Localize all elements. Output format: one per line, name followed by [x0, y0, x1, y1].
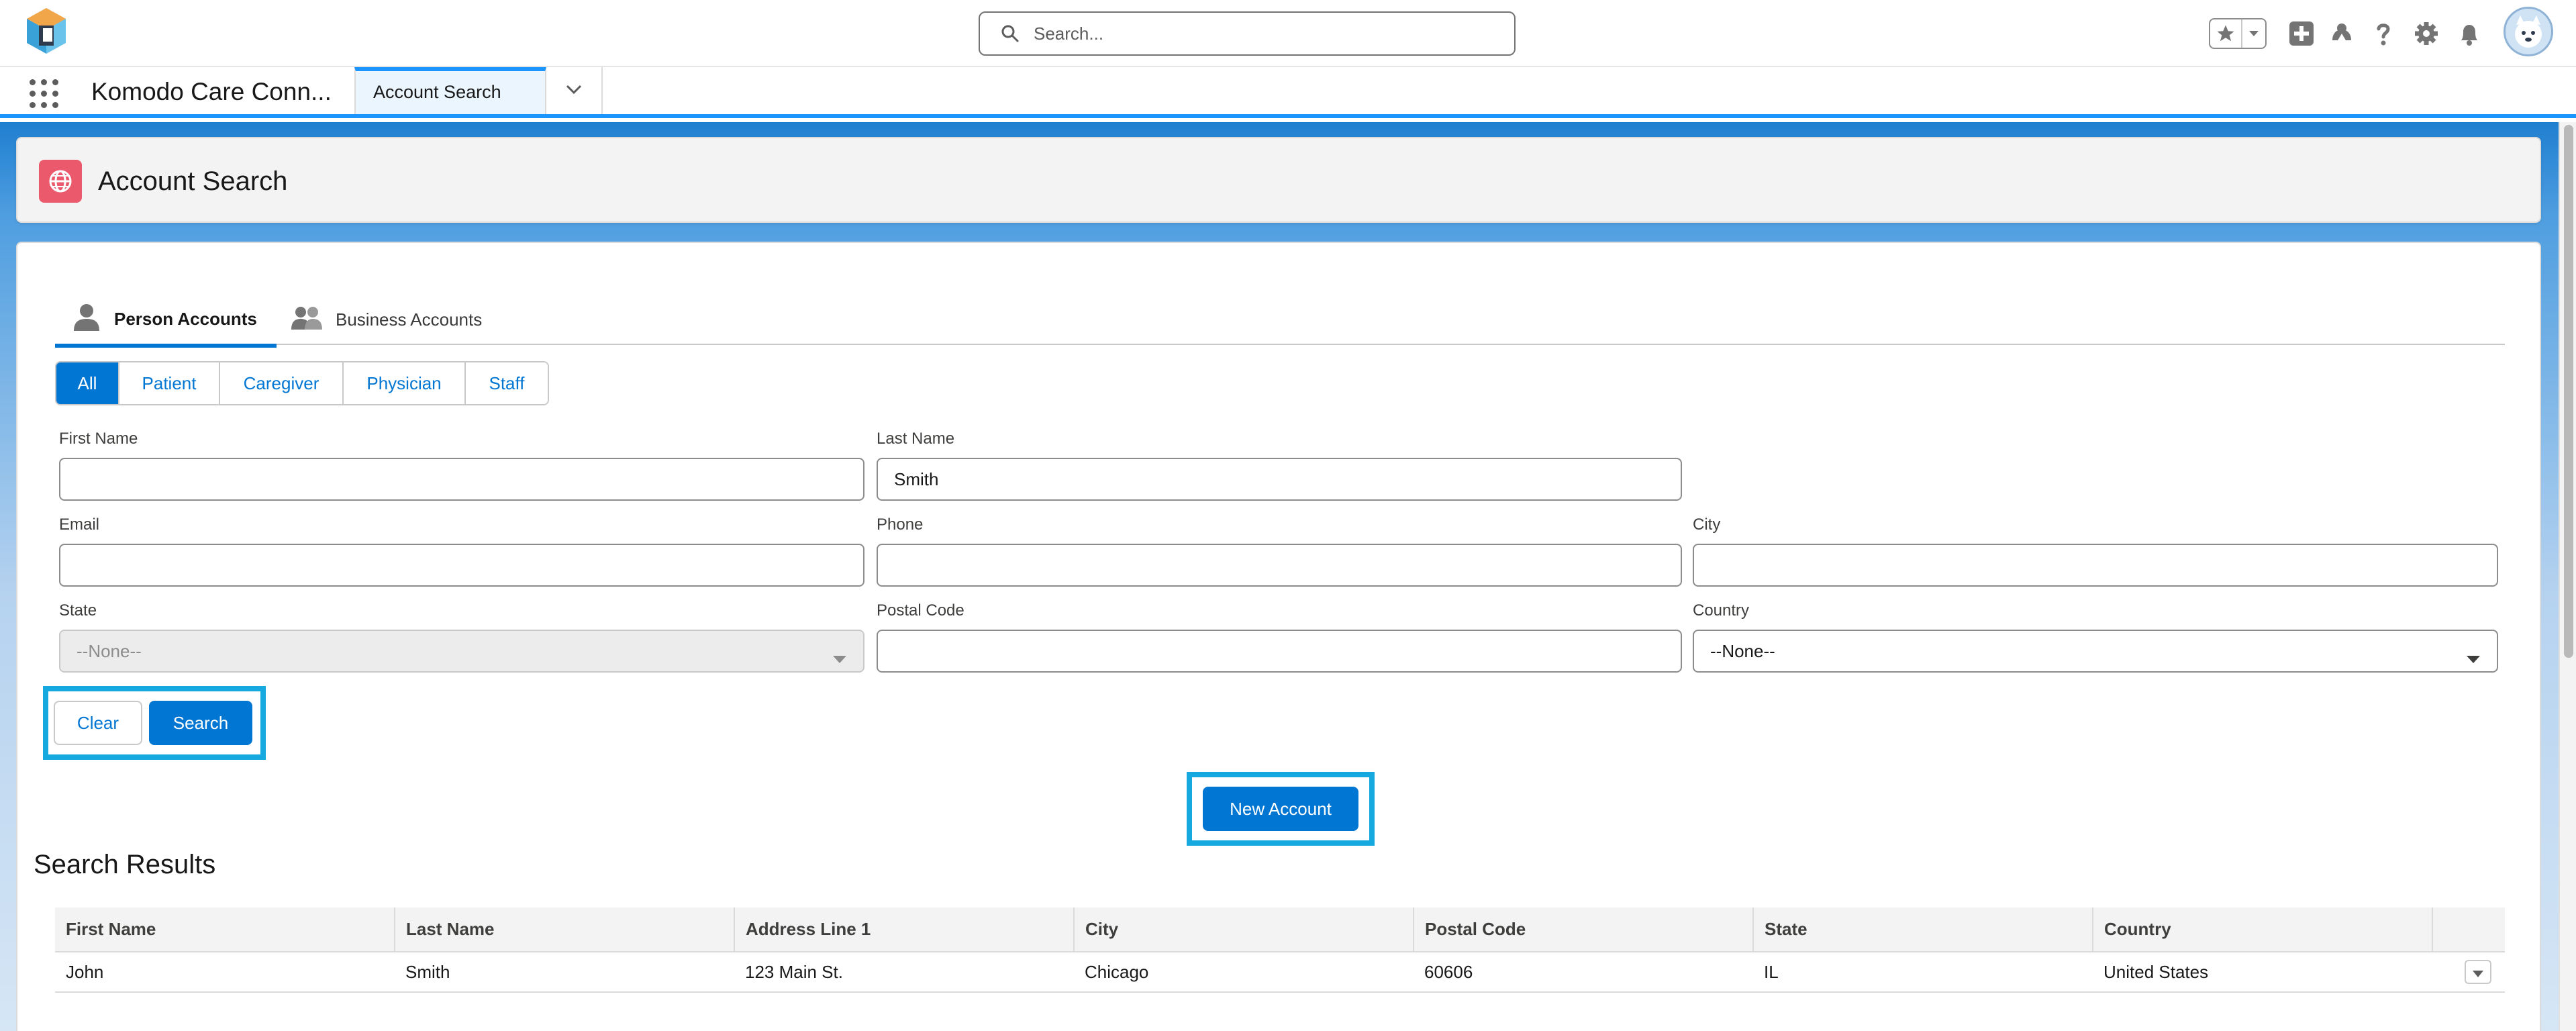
notifications-bell-icon[interactable]: [2454, 18, 2485, 49]
first-name-label: First Name: [59, 430, 138, 448]
add-icon[interactable]: [2286, 18, 2317, 49]
filter-physician[interactable]: Physician: [344, 362, 466, 404]
global-header: [0, 0, 2576, 67]
email-field: Email: [59, 516, 864, 587]
clear-button[interactable]: Clear: [54, 701, 142, 745]
search-icon: [1000, 23, 1020, 44]
group-icon: [290, 304, 324, 336]
column-header[interactable]: Last Name: [395, 907, 735, 952]
phone-input[interactable]: [877, 544, 1682, 587]
email-label: Email: [59, 516, 100, 534]
favorites-caret-icon[interactable]: [2242, 19, 2265, 48]
column-header[interactable]: Postal Code: [1414, 907, 1754, 952]
phone-field: Phone: [877, 516, 1682, 587]
filter-patient[interactable]: Patient: [119, 362, 220, 404]
global-search-input[interactable]: [1034, 23, 1490, 44]
country-label: Country: [1693, 601, 1750, 620]
app-nav-bar: Komodo Care Conn... Account Search: [0, 67, 2576, 118]
country-select-value: --None--: [1710, 640, 1775, 661]
person-icon: [71, 301, 102, 337]
city-input[interactable]: [1693, 544, 2498, 587]
country-field: Country --None--: [1693, 601, 2498, 673]
city-label: City: [1693, 516, 1721, 534]
table-cell: Smith: [395, 952, 734, 993]
nav-more-button[interactable]: [546, 67, 603, 114]
favorites-star-icon[interactable]: [2210, 19, 2242, 48]
chevron-down-icon: [832, 648, 847, 669]
last-name-label: Last Name: [877, 430, 955, 448]
table-cell: United States: [2093, 952, 2432, 993]
tab-label: Business Accounts: [336, 309, 483, 330]
tab-account-search[interactable]: Account Search: [354, 67, 546, 114]
account-type-tabs: Person Accounts Business Accounts: [55, 294, 2505, 348]
page-globe-icon: [39, 160, 82, 203]
row-action-button[interactable]: [2465, 960, 2491, 984]
filter-caregiver[interactable]: Caregiver: [220, 362, 344, 404]
column-header[interactable]: Country: [2093, 907, 2433, 952]
country-select[interactable]: --None--: [1693, 630, 2498, 673]
filter-staff[interactable]: Staff: [466, 362, 548, 404]
last-name-input[interactable]: [877, 458, 1682, 501]
setup-gear-icon[interactable]: [2411, 18, 2442, 49]
new-account-button[interactable]: New Account: [1203, 787, 1358, 831]
row-action-cell: [2432, 952, 2505, 993]
column-header[interactable]: Address Line 1: [734, 907, 1075, 952]
tab-person-accounts[interactable]: Person Accounts: [55, 294, 277, 348]
column-header[interactable]: First Name: [55, 907, 395, 952]
tab-business-accounts[interactable]: Business Accounts: [290, 294, 505, 345]
app-name: Komodo Care Conn...: [91, 78, 332, 105]
state-field: State --None--: [59, 601, 864, 673]
page-scrollbar[interactable]: [2559, 122, 2576, 1031]
app-launcher-icon[interactable]: [30, 79, 59, 109]
table-cell: John: [55, 952, 395, 993]
user-avatar[interactable]: [2504, 7, 2553, 56]
column-header[interactable]: City: [1074, 907, 1414, 952]
favorites-button-group[interactable]: [2209, 18, 2267, 49]
table-cell: 60606: [1414, 952, 1753, 993]
column-header[interactable]: State: [1753, 907, 2093, 952]
account-role-filter: All Patient Caregiver Physician Staff: [55, 361, 549, 405]
phone-label: Phone: [877, 516, 924, 534]
table-cell: IL: [1753, 952, 2093, 993]
global-search-box[interactable]: [979, 11, 1516, 56]
postal-code-label: Postal Code: [877, 601, 964, 620]
table-header-row: First Name Last Name Address Line 1 City…: [55, 907, 2505, 952]
table-cell: Chicago: [1074, 952, 1414, 993]
search-button[interactable]: Search: [149, 701, 252, 745]
postal-code-input[interactable]: [877, 630, 1682, 673]
state-label: State: [59, 601, 97, 620]
scrollbar-thumb[interactable]: [2564, 125, 2573, 658]
page-header: Account Search: [16, 137, 2541, 223]
last-name-field: Last Name: [877, 430, 1682, 501]
table-row[interactable]: John Smith 123 Main St. Chicago 60606 IL…: [55, 952, 2505, 993]
chevron-down-icon: [565, 84, 583, 98]
column-header-actions: [2432, 907, 2505, 952]
row-action-caret-icon: [2472, 962, 2484, 983]
page-title: Account Search: [98, 166, 288, 196]
help-icon[interactable]: [2368, 18, 2399, 49]
filter-all[interactable]: All: [56, 362, 119, 404]
city-field: City: [1693, 516, 2498, 587]
state-select-value: --None--: [77, 640, 142, 661]
state-select: --None--: [59, 630, 864, 673]
tab-label: Person Accounts: [114, 308, 257, 329]
search-results-table: First Name Last Name Address Line 1 City…: [55, 907, 2505, 993]
postal-code-field: Postal Code: [877, 601, 1682, 673]
first-name-input[interactable]: [59, 458, 864, 501]
table-cell: 123 Main St.: [734, 952, 1074, 993]
trailhead-icon[interactable]: [2326, 18, 2357, 49]
account-search-card: Person Accounts Business Accounts All Pa…: [16, 242, 2541, 1031]
email-input[interactable]: [59, 544, 864, 587]
app-logo-icon[interactable]: [24, 5, 68, 59]
first-name-field: First Name: [59, 430, 864, 501]
search-results-title: Search Results: [34, 850, 216, 879]
chevron-down-icon: [2466, 648, 2481, 669]
